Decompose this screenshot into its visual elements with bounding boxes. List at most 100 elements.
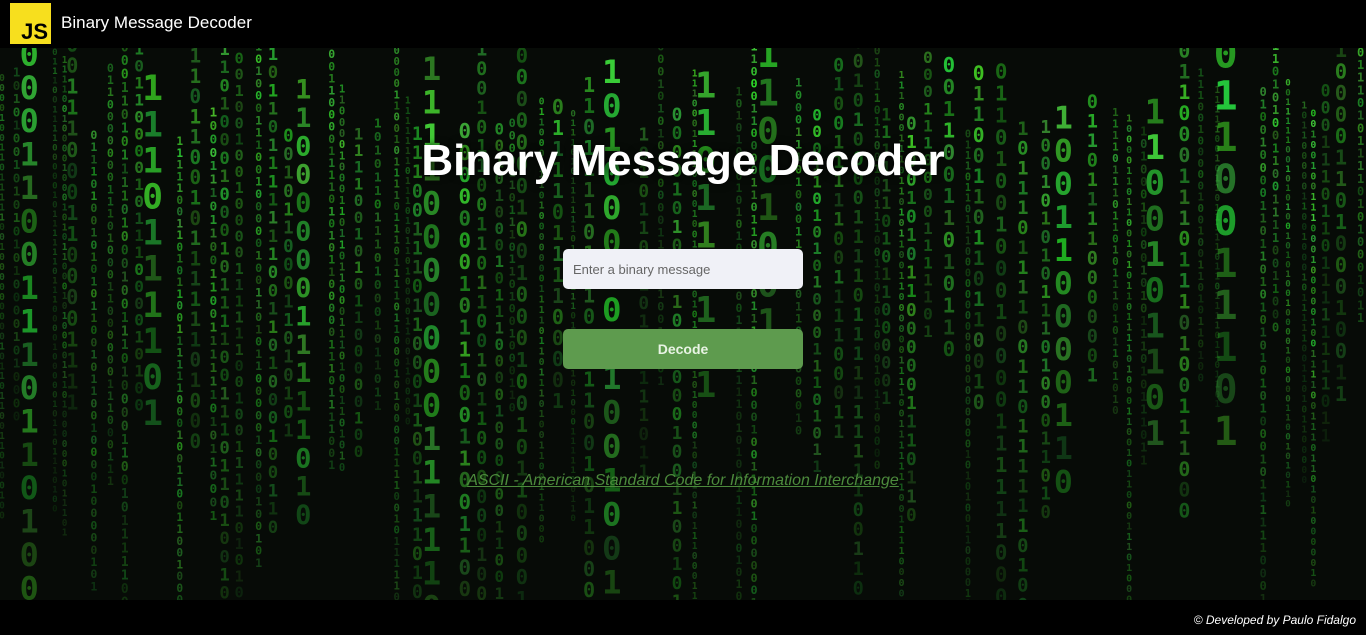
svg-text:0: 0 — [539, 534, 545, 545]
svg-text:0: 0 — [602, 393, 622, 431]
svg-text:0: 0 — [965, 397, 971, 408]
svg-text:1: 1 — [52, 58, 58, 68]
svg-text:1: 1 — [1126, 406, 1132, 417]
svg-text:1: 1 — [1214, 73, 1238, 119]
svg-text:0: 0 — [394, 357, 400, 369]
ascii-info-link[interactable]: ASCII - American Standard Code for Infor… — [0, 472, 1366, 490]
svg-text:0: 0 — [1285, 88, 1290, 98]
svg-text:0: 0 — [516, 565, 528, 589]
svg-text:1: 1 — [995, 497, 1008, 521]
svg-text:0: 0 — [516, 435, 528, 459]
svg-text:0: 0 — [1310, 547, 1316, 558]
svg-text:1: 1 — [853, 266, 864, 287]
svg-text:0: 0 — [1310, 244, 1316, 255]
svg-text:0: 0 — [1126, 396, 1132, 407]
svg-text:1: 1 — [52, 400, 58, 410]
svg-text:0: 0 — [283, 329, 294, 349]
svg-text:1: 1 — [833, 422, 844, 443]
svg-text:0: 0 — [539, 242, 545, 253]
svg-text:1: 1 — [995, 213, 1008, 237]
svg-text:1: 1 — [268, 191, 278, 211]
svg-text:1: 1 — [268, 245, 278, 265]
svg-text:0: 0 — [965, 439, 971, 450]
svg-text:0: 0 — [459, 555, 472, 579]
svg-text:0: 0 — [1214, 199, 1238, 245]
svg-text:1: 1 — [1017, 416, 1028, 438]
svg-text:1: 1 — [90, 579, 97, 593]
svg-text:1: 1 — [965, 525, 971, 536]
svg-text:1: 1 — [965, 226, 971, 237]
svg-text:1: 1 — [1321, 306, 1331, 325]
svg-text:1: 1 — [898, 514, 904, 525]
svg-text:1: 1 — [283, 311, 294, 331]
svg-text:0: 0 — [394, 56, 400, 68]
svg-text:1: 1 — [1126, 312, 1132, 323]
svg-text:1: 1 — [516, 196, 528, 220]
svg-text:1: 1 — [1126, 260, 1132, 271]
svg-text:0: 0 — [459, 577, 472, 600]
svg-text:1: 1 — [422, 555, 441, 593]
svg-text:1: 1 — [539, 315, 545, 326]
svg-text:1: 1 — [1310, 506, 1316, 517]
svg-text:0: 0 — [52, 362, 57, 372]
svg-text:1: 1 — [1321, 323, 1331, 342]
svg-text:1: 1 — [516, 587, 528, 600]
svg-text:0: 0 — [995, 366, 1008, 390]
svg-text:0: 0 — [539, 461, 545, 472]
svg-text:0: 0 — [52, 372, 57, 382]
svg-text:0: 0 — [1310, 328, 1316, 339]
svg-text:0: 0 — [268, 391, 278, 411]
svg-text:0: 0 — [476, 584, 487, 600]
svg-text:1: 1 — [1144, 235, 1164, 275]
svg-text:0: 0 — [459, 207, 472, 231]
svg-text:1: 1 — [539, 441, 545, 452]
svg-text:0: 0 — [965, 258, 971, 269]
svg-text:1: 1 — [898, 208, 904, 219]
svg-text:0: 0 — [283, 256, 294, 276]
svg-text:0: 0 — [459, 294, 472, 318]
svg-text:0: 0 — [898, 112, 904, 123]
svg-text:1: 1 — [898, 440, 904, 451]
svg-text:1: 1 — [898, 377, 904, 388]
svg-text:1: 1 — [898, 356, 904, 367]
svg-text:1: 1 — [1357, 311, 1364, 325]
svg-text:1: 1 — [1140, 453, 1147, 467]
svg-text:0: 0 — [516, 217, 528, 241]
svg-text:0: 0 — [995, 235, 1008, 259]
svg-text:1: 1 — [965, 493, 971, 504]
svg-text:1: 1 — [283, 219, 294, 239]
svg-text:0: 0 — [965, 322, 971, 333]
svg-text:1: 1 — [1017, 297, 1028, 319]
svg-text:0: 0 — [1126, 354, 1132, 365]
svg-text:0: 0 — [898, 335, 904, 346]
svg-text:0: 0 — [1126, 375, 1132, 386]
svg-text:1: 1 — [1126, 448, 1132, 459]
svg-text:1: 1 — [328, 458, 335, 472]
svg-text:0: 0 — [234, 584, 243, 600]
svg-text:0: 0 — [1126, 302, 1132, 313]
svg-text:0: 0 — [219, 584, 229, 601]
svg-text:1: 1 — [1087, 209, 1098, 230]
svg-text:1: 1 — [1178, 249, 1190, 272]
svg-text:1: 1 — [672, 592, 683, 600]
svg-text:1: 1 — [1040, 320, 1051, 340]
svg-text:0: 0 — [1310, 265, 1316, 276]
svg-text:1: 1 — [539, 388, 545, 399]
svg-text:1: 1 — [602, 53, 622, 91]
binary-message-input[interactable] — [563, 249, 803, 289]
svg-text:0: 0 — [965, 514, 971, 525]
svg-text:1: 1 — [898, 419, 904, 430]
svg-text:0: 0 — [1144, 378, 1164, 418]
svg-text:0: 0 — [1335, 318, 1347, 342]
decode-button[interactable]: Decode — [563, 329, 803, 369]
svg-text:1: 1 — [1310, 318, 1316, 329]
svg-text:1: 1 — [1285, 404, 1291, 414]
svg-text:1: 1 — [853, 344, 864, 365]
svg-text:1: 1 — [1285, 299, 1291, 309]
svg-text:0: 0 — [339, 440, 345, 452]
svg-text:0: 0 — [1285, 328, 1290, 338]
svg-text:1: 1 — [833, 325, 844, 346]
svg-text:1: 1 — [1321, 271, 1331, 290]
svg-text:0: 0 — [1040, 228, 1051, 248]
svg-text:0: 0 — [1321, 116, 1331, 135]
